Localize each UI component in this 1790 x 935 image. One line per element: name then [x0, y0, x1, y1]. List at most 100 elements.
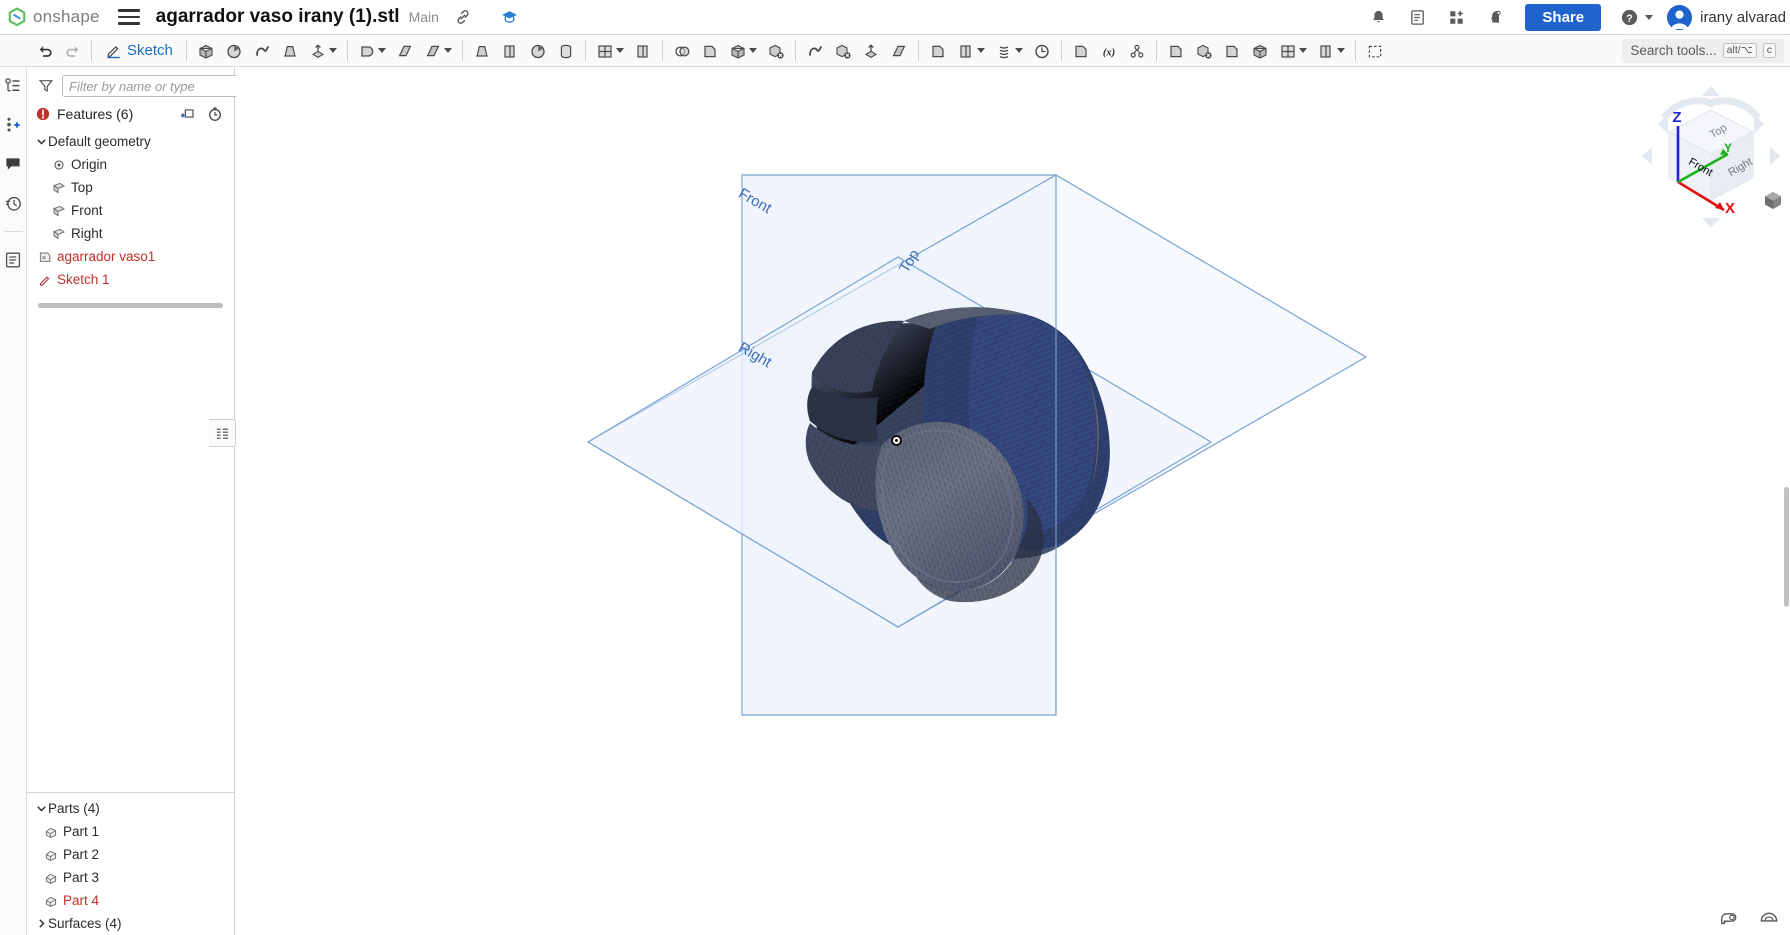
tree-item-top[interactable]: Top	[27, 176, 234, 199]
chevron-down-icon[interactable]	[1298, 48, 1307, 53]
move-face-icon[interactable]	[801, 35, 829, 67]
transform-icon[interactable]	[724, 35, 762, 67]
history-clock-icon[interactable]	[2, 192, 24, 214]
part-item-part-1[interactable]: Part 1	[27, 820, 234, 843]
boolean-icon[interactable]	[668, 35, 696, 67]
loft-icon[interactable]	[276, 35, 304, 67]
error-alert-icon[interactable]	[36, 107, 50, 121]
part-item-part-3[interactable]: Part 3	[27, 866, 234, 889]
rib-icon[interactable]	[496, 35, 524, 67]
plane-icon[interactable]	[924, 35, 952, 67]
tree-item-front[interactable]: Front	[27, 199, 234, 222]
properties-list-icon[interactable]	[2, 249, 24, 271]
bell-icon[interactable]	[1367, 6, 1389, 28]
hamburger-menu-icon[interactable]	[117, 7, 140, 27]
tree-item-agarrador-vaso1[interactable]: agarrador vaso1	[27, 245, 234, 268]
chevron-down-icon[interactable]	[328, 48, 337, 53]
tasks-list-icon[interactable]	[1406, 6, 1428, 28]
filter-input[interactable]	[62, 75, 254, 97]
branch-label: Main	[408, 9, 439, 25]
measure-tape-icon[interactable]	[1718, 905, 1740, 927]
bounding-box-icon[interactable]	[1361, 35, 1389, 67]
surface-offset-icon[interactable]	[1246, 35, 1274, 67]
3d-scene[interactable]	[236, 67, 1790, 935]
chevron-down-icon[interactable]	[615, 48, 624, 53]
import-derived-icon[interactable]	[1067, 35, 1095, 67]
add-version-icon[interactable]	[2, 114, 24, 136]
apps-grid-add-icon[interactable]	[1445, 6, 1467, 28]
sketch-button[interactable]: Sketch	[97, 35, 181, 67]
toolbar-divider	[91, 40, 92, 61]
tree-item-sketch-1[interactable]: Sketch 1	[27, 268, 234, 291]
mirror-icon[interactable]	[629, 35, 657, 67]
comments-icon[interactable]	[2, 153, 24, 175]
enclose-icon[interactable]	[885, 35, 913, 67]
user-name-label[interactable]: irany alvarad	[1700, 9, 1786, 26]
part-item-part-4[interactable]: Part 4	[27, 889, 234, 912]
chevron-right-icon[interactable]	[35, 918, 48, 929]
origin-marker-icon[interactable]	[891, 435, 902, 446]
onshape-wordmark[interactable]: onshape	[33, 7, 100, 27]
chevron-down-icon[interactable]	[35, 803, 48, 814]
draft-icon[interactable]	[419, 35, 457, 67]
surface-pattern-icon[interactable]	[1274, 35, 1312, 67]
chevron-down-icon[interactable]	[1336, 48, 1345, 53]
redo-arrow-icon[interactable]	[59, 35, 86, 67]
delete-body-icon[interactable]	[1190, 35, 1218, 67]
link-icon[interactable]	[452, 6, 474, 28]
composite-part-icon[interactable]	[1312, 35, 1350, 67]
filter-funnel-icon[interactable]	[38, 78, 54, 94]
chevron-down-icon[interactable]	[748, 48, 757, 53]
chevron-down-icon[interactable]	[1645, 14, 1654, 20]
part-item-part-2[interactable]: Part 2	[27, 843, 234, 866]
thread-icon[interactable]	[552, 35, 580, 67]
surface-fill-icon[interactable]	[1218, 35, 1246, 67]
surface-extrude-icon[interactable]	[1162, 35, 1190, 67]
view-home-cube-icon[interactable]	[1762, 189, 1784, 211]
revolve-icon[interactable]	[220, 35, 248, 67]
chevron-down-icon[interactable]	[1014, 48, 1023, 53]
ai-assistant-icon[interactable]	[1484, 6, 1506, 28]
pattern-icon[interactable]	[591, 35, 629, 67]
tree-item-default-geometry[interactable]: Default geometry	[27, 130, 234, 153]
surfaces-header-row[interactable]: Surfaces (4)	[27, 912, 234, 935]
learning-center-icon[interactable]	[499, 6, 521, 28]
chevron-down-icon[interactable]	[35, 136, 48, 147]
sweep-icon[interactable]	[248, 35, 276, 67]
help-question-icon[interactable]: ?	[1618, 6, 1640, 28]
delete-face-icon[interactable]	[829, 35, 857, 67]
variable-icon[interactable]: (x)	[1095, 35, 1123, 67]
chevron-down-icon[interactable]	[976, 48, 985, 53]
tree-item-origin[interactable]: Origin	[27, 153, 234, 176]
delete-part-icon[interactable]	[762, 35, 790, 67]
thicken-icon[interactable]	[304, 35, 342, 67]
rollback-timer-icon[interactable]	[205, 104, 225, 124]
fillet-icon[interactable]	[353, 35, 391, 67]
add-folder-icon[interactable]	[178, 104, 198, 124]
extrude-icon[interactable]	[192, 35, 220, 67]
onshape-logo-icon[interactable]	[6, 6, 28, 28]
share-button[interactable]: Share	[1525, 3, 1602, 31]
helix-icon[interactable]	[1028, 35, 1056, 67]
replace-face-icon[interactable]	[857, 35, 885, 67]
features-header-row: Features (6)	[27, 101, 234, 127]
panel-collapse-icon[interactable]	[209, 419, 236, 447]
tree-item-right[interactable]: Right	[27, 222, 234, 245]
parts-header-row[interactable]: Parts (4)	[27, 797, 234, 820]
search-tools-input[interactable]: Search tools... alt/⌥ c	[1622, 38, 1784, 63]
user-avatar-icon[interactable]	[1667, 4, 1693, 30]
assembly-icon[interactable]	[1123, 35, 1151, 67]
protractor-icon[interactable]	[1758, 905, 1780, 927]
chevron-down-icon[interactable]	[377, 48, 386, 53]
curve-icon[interactable]	[990, 35, 1028, 67]
viewport-vertical-scrollbar[interactable]	[1784, 487, 1789, 607]
chamfer-icon[interactable]	[391, 35, 419, 67]
chevron-down-icon[interactable]	[443, 48, 452, 53]
undo-arrow-icon[interactable]	[32, 35, 59, 67]
shell-icon[interactable]	[468, 35, 496, 67]
hole-icon[interactable]	[524, 35, 552, 67]
feature-list-icon[interactable]	[2, 75, 24, 97]
sheet-metal-icon[interactable]	[952, 35, 990, 67]
split-icon[interactable]	[696, 35, 724, 67]
3d-viewport[interactable]: Front Top Right Z X Y Top Front Right	[236, 67, 1790, 935]
